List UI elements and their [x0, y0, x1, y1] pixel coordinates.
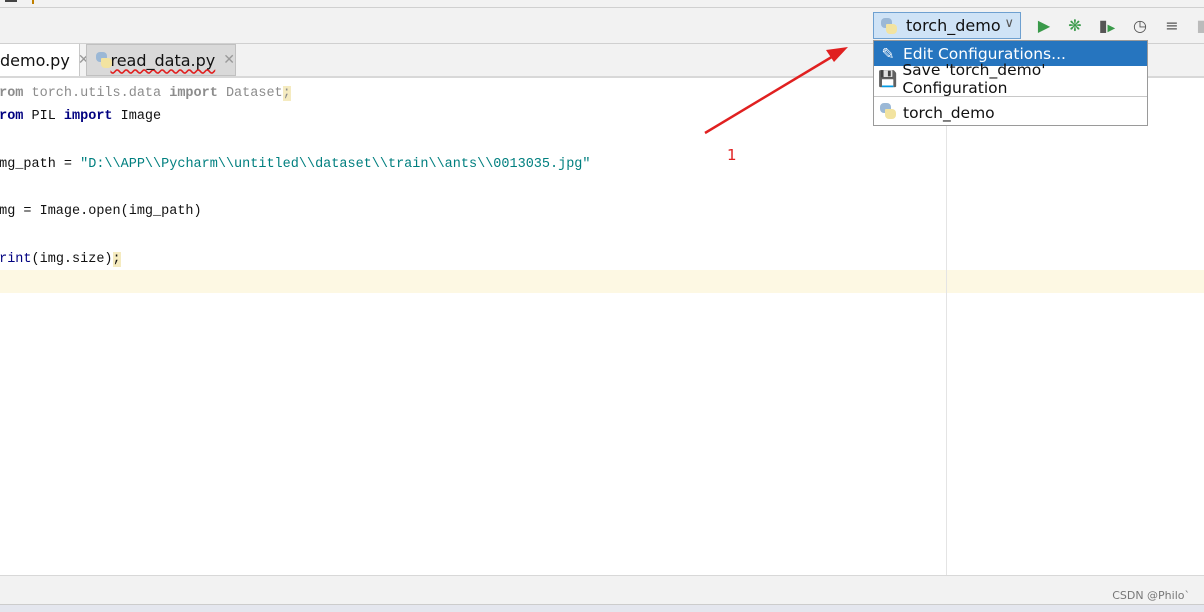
annotation-label: 1	[727, 146, 737, 164]
annotation-arrow	[704, 47, 848, 135]
